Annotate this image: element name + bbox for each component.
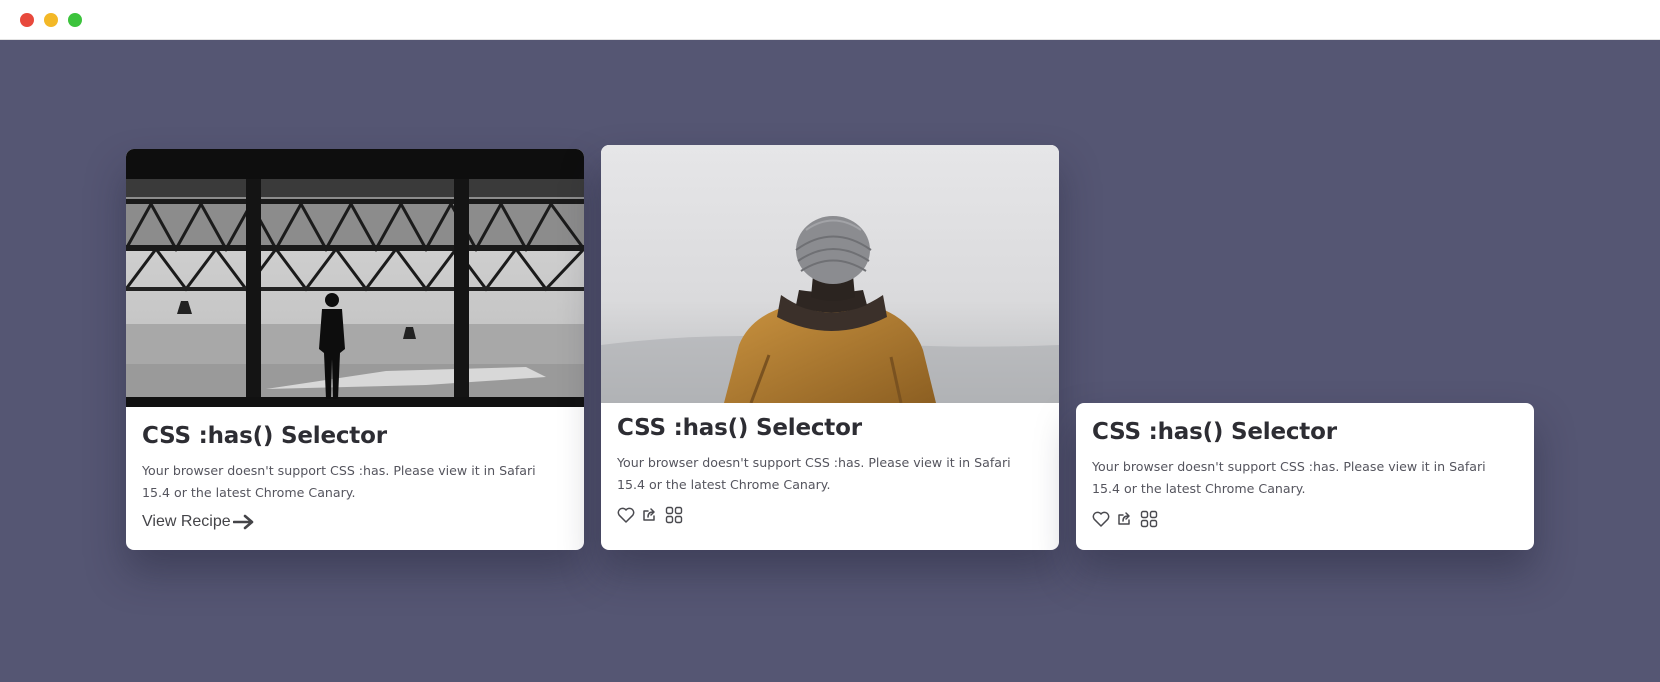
card-title: CSS :has() Selector <box>1092 419 1337 445</box>
card-description: Your browser doesn't support CSS :has. P… <box>1092 459 1486 496</box>
share-icon[interactable] <box>642 507 658 523</box>
card-image-person-beanie <box>601 145 1059 403</box>
arrow-right-icon <box>232 514 253 530</box>
recipe-card-3: CSS :has() Selector Your browser doesn't… <box>1076 403 1534 550</box>
card-title: CSS :has() Selector <box>617 415 862 441</box>
card-description: Your browser doesn't support CSS :has. P… <box>142 463 536 500</box>
window-minimize-button[interactable] <box>44 13 58 27</box>
share-icon[interactable] <box>1117 511 1133 527</box>
view-recipe-label: View Recipe <box>142 513 231 530</box>
view-recipe-link[interactable]: View Recipe <box>142 513 568 531</box>
card-title: CSS :has() Selector <box>142 423 387 449</box>
browser-titlebar <box>0 0 1660 40</box>
grid-icon[interactable] <box>1140 510 1158 528</box>
grid-icon[interactable] <box>665 506 683 524</box>
heart-icon[interactable] <box>1092 511 1110 527</box>
card-actions <box>1092 510 1518 528</box>
card-image-man-silhouette <box>126 149 584 407</box>
window-zoom-button[interactable] <box>68 13 82 27</box>
recipe-card-1: CSS :has() Selector Your browser doesn't… <box>126 149 584 550</box>
card-actions <box>617 506 1043 524</box>
window-close-button[interactable] <box>20 13 34 27</box>
heart-icon[interactable] <box>617 507 635 523</box>
card-description: Your browser doesn't support CSS :has. P… <box>617 455 1011 492</box>
page-canvas: CSS :has() Selector Your browser doesn't… <box>0 40 1660 682</box>
recipe-card-2: CSS :has() Selector Your browser doesn't… <box>601 145 1059 550</box>
